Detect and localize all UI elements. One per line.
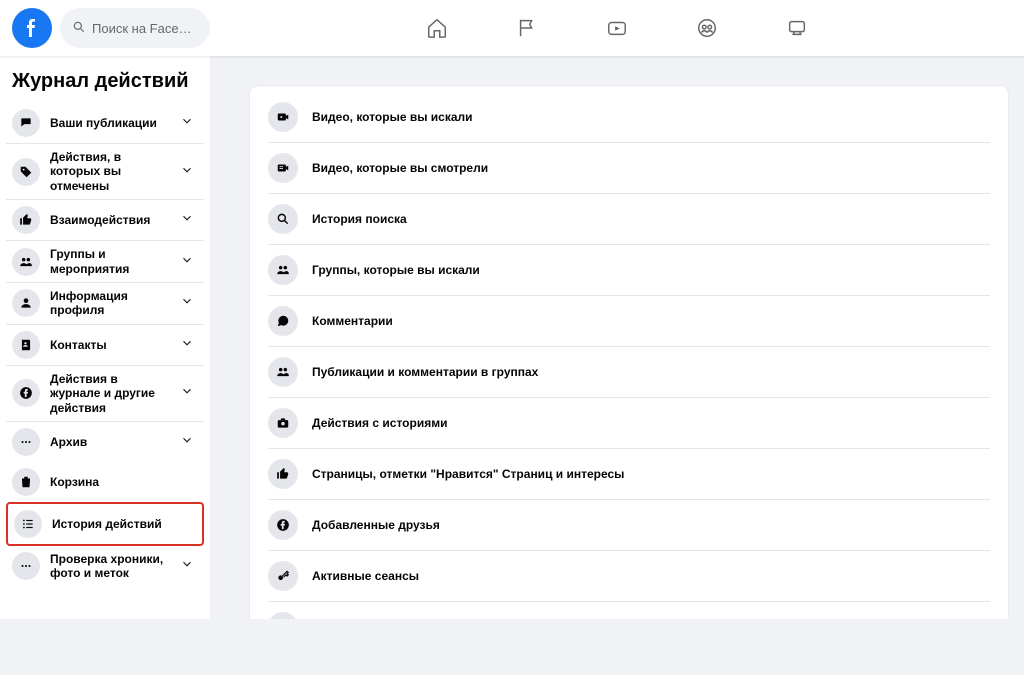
- nav-gaming-icon[interactable]: [757, 0, 837, 56]
- sidebar-item-label: Ваши публикации: [50, 116, 170, 130]
- search-placeholder: Поиск на Facebook: [92, 21, 198, 36]
- sidebar-item-label: Проверка хроники, фото и меток: [50, 552, 170, 581]
- sidebar-item-label: Взаимодействия: [50, 213, 170, 227]
- nav-home-icon[interactable]: [397, 0, 477, 56]
- row-videos-watched[interactable]: Видео, которые вы смотрели: [268, 143, 990, 194]
- speech-icon: [12, 109, 40, 137]
- search-icon: [72, 20, 86, 37]
- header-nav: [210, 0, 1024, 56]
- sidebar-item-profile-info[interactable]: Информация профиля: [6, 283, 204, 325]
- sidebar-item-trash[interactable]: Корзина: [6, 462, 204, 502]
- key-icon: [268, 561, 298, 591]
- chevron-down-icon: [180, 336, 198, 354]
- sidebar-item-timeline-review[interactable]: Проверка хроники, фото и меток: [6, 546, 204, 587]
- ellipsis-icon: [12, 428, 40, 456]
- video-plus-icon: [268, 102, 298, 132]
- thumbs-up-icon: [268, 459, 298, 489]
- people-icon: [12, 248, 40, 276]
- chevron-down-icon: [180, 163, 198, 181]
- facebook-logo[interactable]: [12, 8, 52, 48]
- sidebar-item-label: Действия в журнале и другие действия: [50, 372, 170, 415]
- camera-icon: [268, 408, 298, 438]
- top-header: Поиск на Facebook: [0, 0, 1024, 56]
- chevron-down-icon: [180, 211, 198, 229]
- row-group-posts-comments[interactable]: Публикации и комментарии в группах: [268, 347, 990, 398]
- sidebar-title: Журнал действий: [6, 64, 204, 103]
- chevron-down-icon: [180, 384, 198, 402]
- nav-groups-icon[interactable]: [667, 0, 747, 56]
- chevron-down-icon: [180, 557, 198, 575]
- row-pages-likes[interactable]: Страницы, отметки "Нравится" Страниц и и…: [268, 449, 990, 500]
- row-label: Группы, которые вы искали: [312, 263, 480, 277]
- row-label: Страницы, отметки "Нравится" Страниц и и…: [312, 467, 624, 481]
- row-label: Комментарии: [312, 314, 393, 328]
- sidebar-item-your-posts[interactable]: Ваши публикации: [6, 103, 204, 144]
- facebook-icon: [268, 510, 298, 540]
- nav-watch-icon[interactable]: [577, 0, 657, 56]
- row-comments[interactable]: Комментарии: [268, 296, 990, 347]
- row-label: История поиска: [312, 212, 407, 226]
- facebook-icon: [12, 379, 40, 407]
- row-active-sessions[interactable]: Активные сеансы: [268, 551, 990, 602]
- sidebar-item-activity-history[interactable]: История действий: [6, 502, 204, 546]
- list-icon: [14, 510, 42, 538]
- sidebar-item-contacts[interactable]: Контакты: [6, 325, 204, 366]
- thumbs-up-icon: [12, 206, 40, 234]
- sidebar-item-tagged[interactable]: Действия, в которых вы отмечены: [6, 144, 204, 200]
- chevron-down-icon: [180, 114, 198, 132]
- comment-icon: [268, 306, 298, 336]
- row-label: Публикации и комментарии в группах: [312, 365, 538, 379]
- row-label: Действия с историями: [312, 416, 447, 430]
- row-label: Видео, которые вы смотрели: [312, 161, 488, 175]
- user-icon: [12, 289, 40, 317]
- book-icon: [12, 331, 40, 359]
- row-relationships[interactable]: Отношения: [268, 602, 990, 619]
- sidebar-item-interactions[interactable]: Взаимодействия: [6, 200, 204, 241]
- key-icon: [268, 612, 298, 619]
- chevron-down-icon: [180, 253, 198, 271]
- sidebar-item-groups-events[interactable]: Группы и мероприятия: [6, 241, 204, 283]
- sidebar-item-logged-actions[interactable]: Действия в журнале и другие действия: [6, 366, 204, 422]
- sidebar: Журнал действий Ваши публикации Действия…: [0, 56, 210, 619]
- sidebar-item-label: Архив: [50, 435, 170, 449]
- nav-flag-icon[interactable]: [487, 0, 567, 56]
- sidebar-item-archive[interactable]: Архив: [6, 422, 204, 462]
- people-icon: [268, 357, 298, 387]
- row-stories-actions[interactable]: Действия с историями: [268, 398, 990, 449]
- sidebar-item-label: Информация профиля: [50, 289, 170, 318]
- sidebar-item-label: Корзина: [50, 475, 198, 489]
- row-label: Активные сеансы: [312, 569, 419, 583]
- search-icon: [268, 204, 298, 234]
- history-card: Видео, которые вы искали Видео, которые …: [250, 86, 1008, 619]
- sidebar-item-label: Группы и мероприятия: [50, 247, 170, 276]
- sidebar-item-label: Действия, в которых вы отмечены: [50, 150, 170, 193]
- trash-icon: [12, 468, 40, 496]
- people-icon: [268, 255, 298, 285]
- sidebar-item-label: История действий: [52, 517, 196, 531]
- row-groups-searched[interactable]: Группы, которые вы искали: [268, 245, 990, 296]
- row-added-friends[interactable]: Добавленные друзья: [268, 500, 990, 551]
- tag-icon: [12, 158, 40, 186]
- row-label: Видео, которые вы искали: [312, 110, 473, 124]
- sidebar-item-label: Контакты: [50, 338, 170, 352]
- chevron-down-icon: [180, 294, 198, 312]
- header-left: Поиск на Facebook: [0, 8, 210, 48]
- chevron-down-icon: [180, 433, 198, 451]
- row-videos-searched[interactable]: Видео, которые вы искали: [268, 92, 990, 143]
- search-input[interactable]: Поиск на Facebook: [60, 8, 210, 48]
- row-label: Добавленные друзья: [312, 518, 440, 532]
- row-search-history[interactable]: История поиска: [268, 194, 990, 245]
- main-area: Видео, которые вы искали Видео, которые …: [210, 56, 1024, 619]
- video-list-icon: [268, 153, 298, 183]
- ellipsis-icon: [12, 552, 40, 580]
